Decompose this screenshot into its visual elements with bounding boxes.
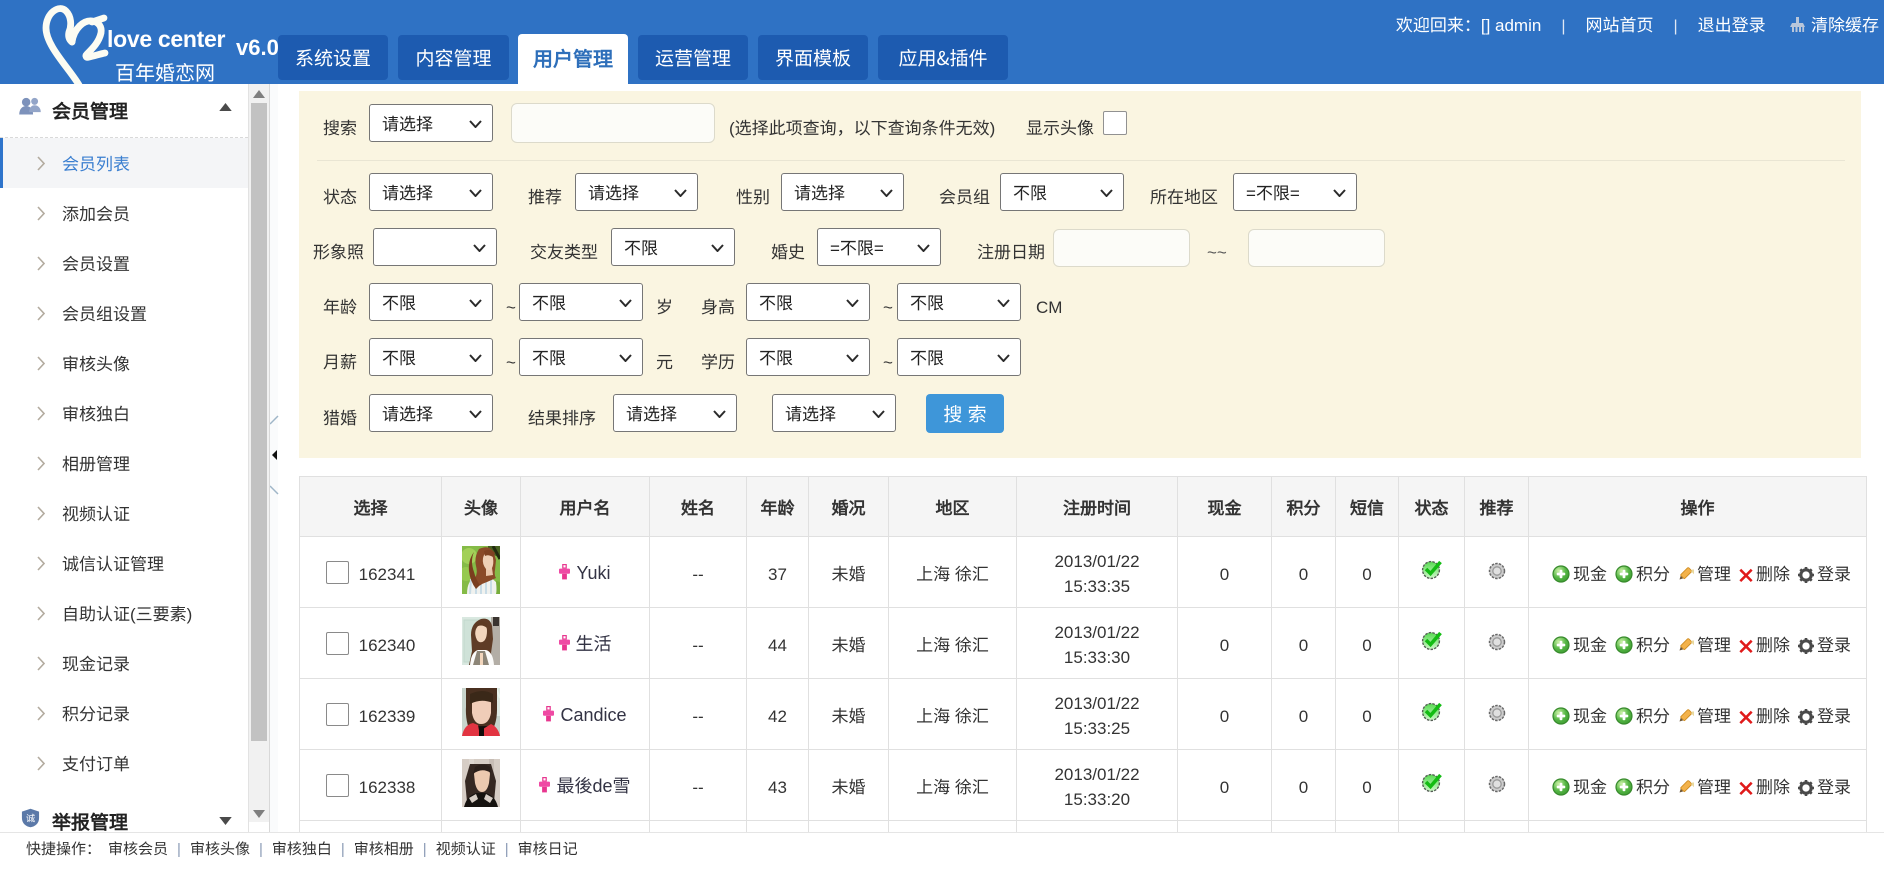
svg-text:诚: 诚 bbox=[26, 811, 35, 825]
